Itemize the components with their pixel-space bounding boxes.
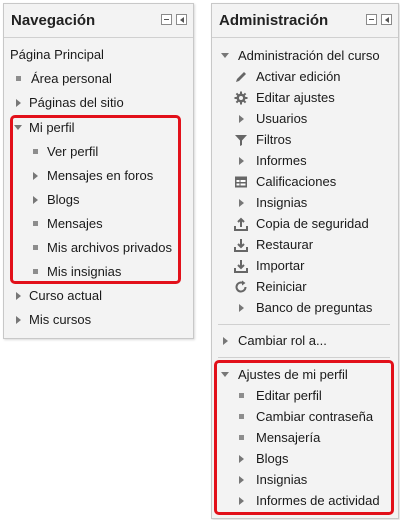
expand-arrow-icon[interactable] <box>11 96 25 110</box>
mi-perfil-highlight-box <box>10 115 181 284</box>
backup-icon <box>234 217 248 231</box>
admin-usuarios[interactable]: Usuarios <box>212 108 398 129</box>
expand-arrow-icon[interactable] <box>11 289 25 303</box>
minimize-icon[interactable] <box>161 14 172 25</box>
bullet-icon <box>11 72 25 86</box>
grades-table-icon <box>234 175 248 189</box>
divider <box>218 324 390 325</box>
import-icon <box>234 259 248 273</box>
expand-arrow-icon[interactable] <box>234 301 248 315</box>
restore-icon <box>234 238 248 252</box>
expand-arrow-icon[interactable] <box>234 112 248 126</box>
administration-title: Administración <box>219 12 329 29</box>
dock-icon[interactable] <box>176 14 187 25</box>
admin-restaurar[interactable]: Restaurar <box>212 234 398 255</box>
reset-icon <box>234 280 248 294</box>
admin-cambiar-rol[interactable]: Cambiar rol a... <box>212 330 398 351</box>
navigation-header: Navegación <box>4 4 193 38</box>
divider <box>218 357 390 358</box>
admin-editar-ajustes[interactable]: Editar ajustes <box>212 87 398 108</box>
navigation-block: Navegación Página Principal Área persona… <box>3 3 194 339</box>
gear-icon <box>234 91 248 105</box>
expand-arrow-icon[interactable] <box>234 196 248 210</box>
admin-activar-edicion[interactable]: Activar edición <box>212 66 398 87</box>
ajustes-perfil-highlight-box <box>214 360 394 515</box>
nav-curso-actual[interactable]: Curso actual <box>4 285 193 306</box>
administration-header: Administración <box>212 4 398 38</box>
admin-calificaciones[interactable]: Calificaciones <box>212 171 398 192</box>
navigation-title: Navegación <box>11 12 96 29</box>
expand-arrow-icon[interactable] <box>218 334 232 348</box>
nav-mis-cursos[interactable]: Mis cursos <box>4 309 193 330</box>
admin-filtros[interactable]: Filtros <box>212 129 398 150</box>
administration-block: Administración Administración del curso … <box>211 3 399 519</box>
admin-informes[interactable]: Informes <box>212 150 398 171</box>
collapse-arrow-icon[interactable] <box>218 49 232 63</box>
nav-area-personal[interactable]: Área personal <box>4 68 193 89</box>
expand-arrow-icon[interactable] <box>234 154 248 168</box>
admin-copia-seguridad[interactable]: Copia de seguridad <box>212 213 398 234</box>
nav-paginas-sitio[interactable]: Páginas del sitio <box>4 92 193 113</box>
nav-home[interactable]: Página Principal <box>4 44 193 65</box>
admin-importar[interactable]: Importar <box>212 255 398 276</box>
filter-icon <box>234 133 248 147</box>
dock-icon[interactable] <box>381 14 392 25</box>
pencil-icon <box>234 70 248 84</box>
admin-course-admin[interactable]: Administración del curso <box>212 45 398 66</box>
minimize-icon[interactable] <box>366 14 377 25</box>
admin-banco-preguntas[interactable]: Banco de preguntas <box>212 297 398 318</box>
expand-arrow-icon[interactable] <box>11 313 25 327</box>
admin-reiniciar[interactable]: Reiniciar <box>212 276 398 297</box>
admin-insignias[interactable]: Insignias <box>212 192 398 213</box>
